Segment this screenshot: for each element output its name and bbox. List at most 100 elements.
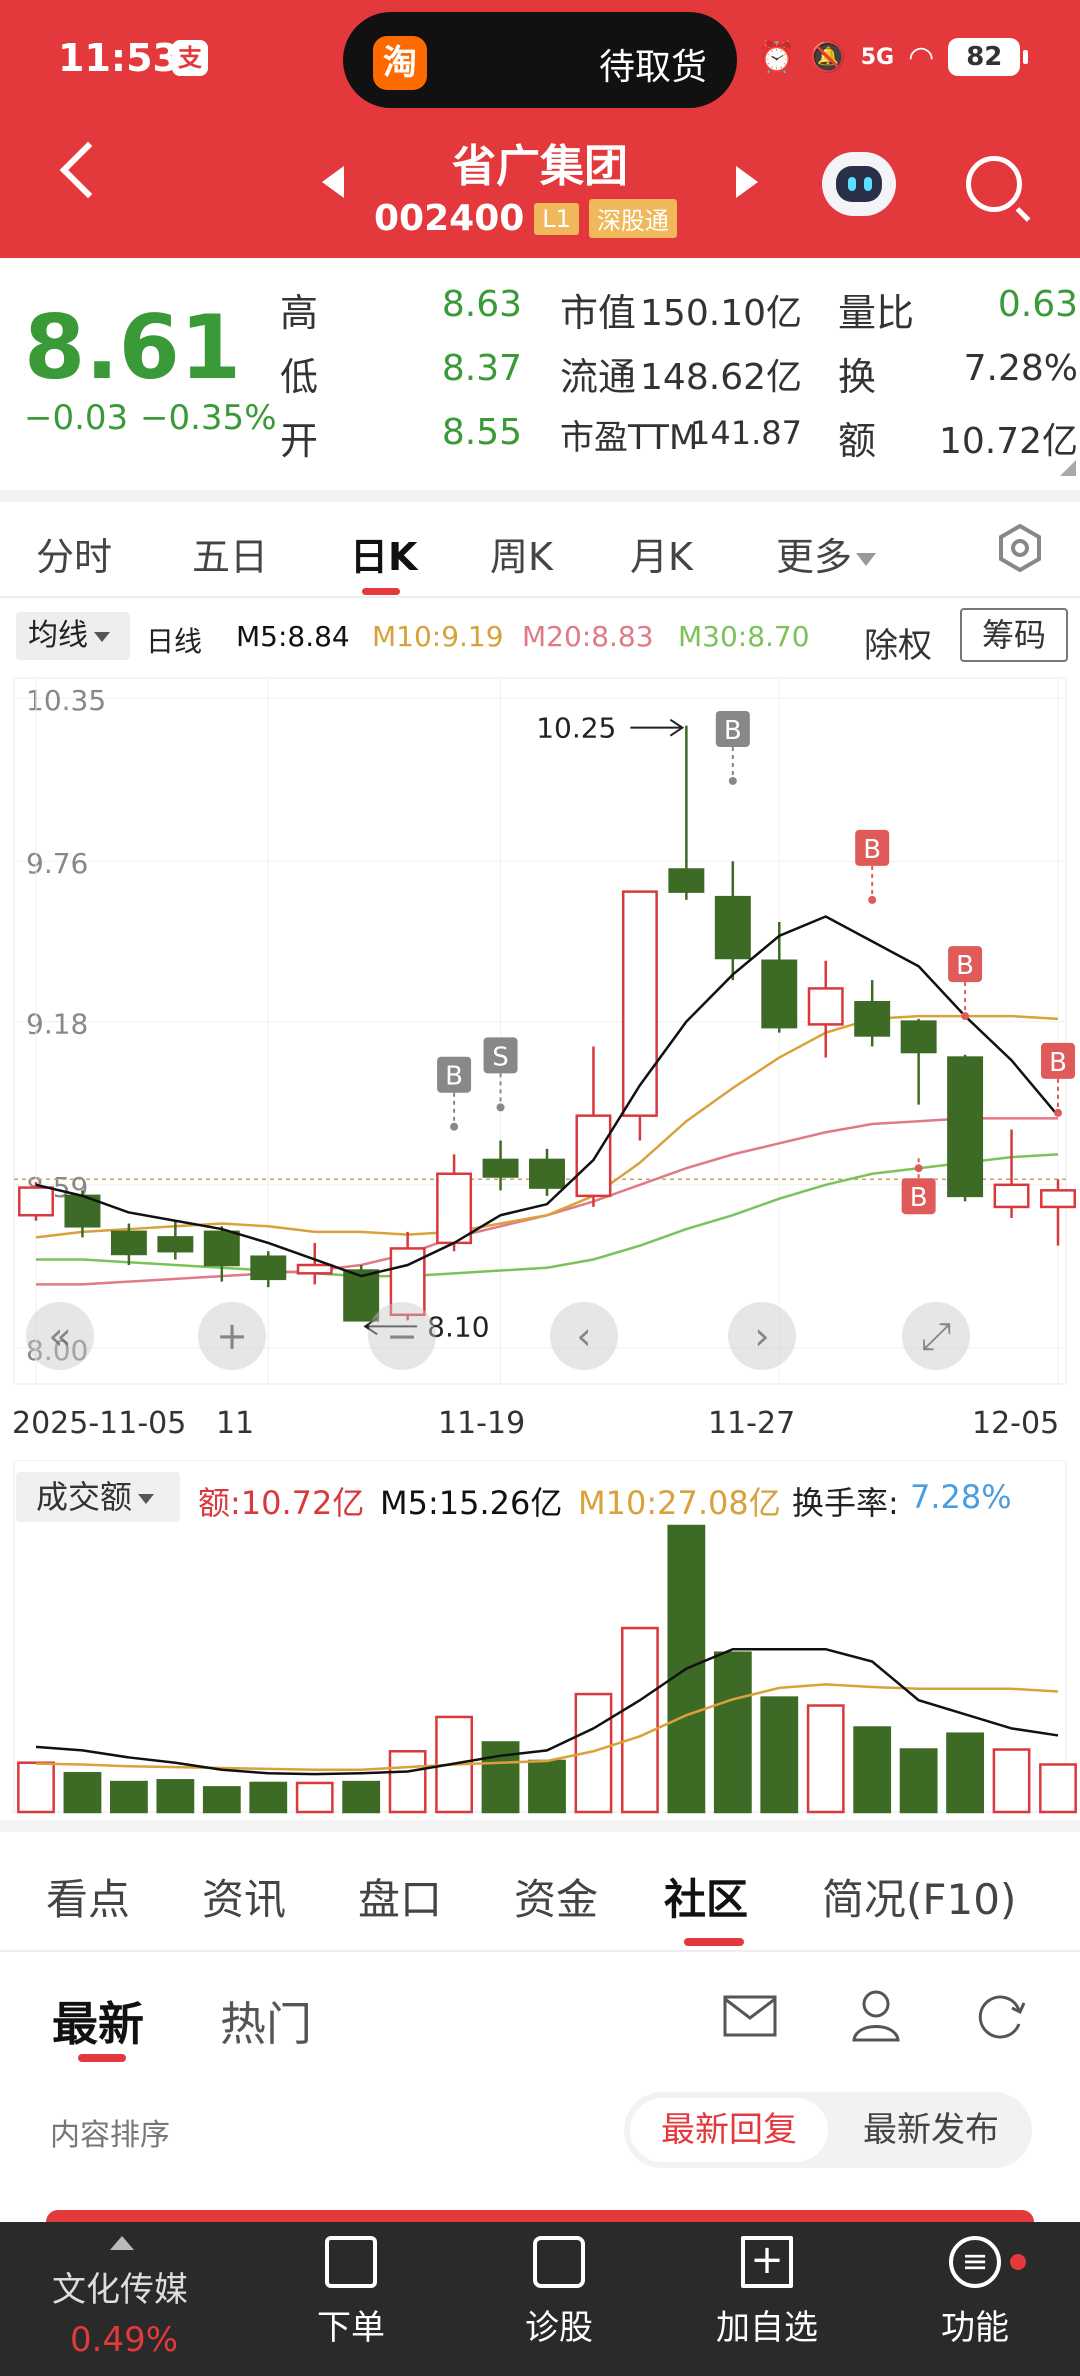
add-watchlist-button[interactable]: + 加自选 — [692, 2236, 842, 2349]
status-icons: ⏰ 🔕 5G ◠ 82 — [758, 34, 1029, 80]
kline-chart[interactable]: 10.359.769.188.598.00BSBBBBB10.258.10«+−… — [0, 668, 1080, 1402]
volume-bar[interactable] — [528, 1759, 566, 1814]
signal-label: S — [492, 1042, 509, 1072]
volume-bar[interactable] — [110, 1780, 148, 1814]
candle-body[interactable] — [575, 1114, 612, 1198]
current-price: 8.61 — [24, 296, 242, 399]
signal-dot — [1054, 1108, 1062, 1117]
low-label: 低 — [280, 355, 319, 399]
candle-body[interactable] — [621, 890, 658, 1117]
volume-bar[interactable] — [17, 1761, 55, 1814]
ma-selector[interactable]: 均线 — [16, 612, 130, 660]
chips-button[interactable]: 筹码 — [960, 608, 1068, 662]
tab-five-day[interactable]: 五日 — [192, 526, 268, 581]
volume-bar[interactable] — [481, 1741, 520, 1814]
volume-bar[interactable] — [202, 1786, 241, 1814]
volume-bar[interactable] — [1039, 1763, 1077, 1814]
tab-daily-k[interactable]: 日K — [350, 526, 417, 581]
candle-body[interactable] — [714, 895, 751, 960]
candle-body[interactable] — [761, 959, 798, 1029]
ma-selector-label: 均线 — [28, 618, 88, 653]
candle-body[interactable] — [436, 1172, 473, 1245]
candle-body[interactable] — [343, 1269, 380, 1322]
candle-body[interactable] — [296, 1263, 333, 1275]
ai-assistant-robot-icon[interactable] — [822, 152, 896, 216]
volume-bar[interactable] — [760, 1696, 799, 1814]
expand-corner-icon[interactable] — [1060, 460, 1076, 476]
chart-settings-icon[interactable] — [994, 522, 1046, 574]
volume-bar[interactable] — [899, 1748, 938, 1814]
tab-active-indicator — [362, 588, 400, 595]
user-icon[interactable] — [850, 1988, 902, 2042]
volume-bar[interactable] — [295, 1781, 334, 1814]
candle-body[interactable] — [947, 1056, 984, 1198]
volume-bar[interactable] — [806, 1704, 845, 1814]
sort-latest-reply[interactable]: 最新回复 — [630, 2098, 828, 2162]
diagnose-button[interactable]: 诊股 — [484, 2236, 634, 2349]
separator — [0, 1820, 1080, 1832]
tab-latest[interactable]: 最新 — [52, 1988, 144, 2054]
candle-body[interactable] — [900, 1020, 937, 1054]
volume-bar[interactable] — [713, 1651, 752, 1814]
tab-intraday[interactable]: 分时 — [36, 526, 112, 581]
candle-body[interactable] — [668, 868, 705, 893]
tab-highlights[interactable]: 看点 — [46, 1866, 130, 1927]
y-tick-label: 9.76 — [26, 847, 88, 880]
order-button[interactable]: 下单 — [276, 2236, 426, 2349]
tab-news[interactable]: 资讯 — [202, 1866, 286, 1927]
chart-period-tabs: 分时 五日 日K 周K 月K 更多 — [0, 502, 1080, 598]
min-price-label: 8.10 — [427, 1310, 489, 1343]
volume-bar[interactable] — [992, 1748, 1031, 1814]
tab-hot[interactable]: 热门 — [220, 1988, 312, 2054]
tab-monthly-k[interactable]: 月K — [630, 526, 693, 581]
candle-body[interactable] — [157, 1236, 194, 1253]
candle-body[interactable] — [993, 1183, 1030, 1209]
search-icon[interactable] — [966, 156, 1022, 212]
tab-community[interactable]: 社区 — [664, 1866, 748, 1927]
signal-label: B — [724, 716, 742, 746]
diagnose-label: 诊股 — [525, 2308, 593, 2348]
volume-bar[interactable] — [249, 1781, 288, 1814]
tab-order-book[interactable]: 盘口 — [358, 1866, 442, 1927]
volume-selector-label: 成交额 — [36, 1478, 133, 1516]
candle-body[interactable] — [203, 1230, 240, 1267]
candle-body[interactable] — [807, 987, 844, 1026]
date-tick-label: 12-05 — [972, 1406, 1060, 1441]
refresh-icon[interactable] — [974, 1990, 1028, 2042]
dynamic-island[interactable]: 淘 待取货 — [343, 12, 737, 108]
date-tick-label: 2025-11-05 — [12, 1406, 187, 1441]
tab-more[interactable]: 更多 — [776, 526, 877, 581]
volume-bar[interactable] — [621, 1626, 659, 1814]
ex-rights-toggle[interactable]: 除权 — [864, 618, 932, 667]
candle-body[interactable] — [250, 1255, 287, 1281]
caret-up-icon[interactable] — [110, 2236, 134, 2250]
tab-f10[interactable]: 简况(F10) — [822, 1866, 1016, 1927]
candle-body[interactable] — [529, 1158, 565, 1189]
caret-down-icon — [94, 631, 110, 642]
volume-bar[interactable] — [853, 1726, 892, 1814]
mail-icon[interactable] — [722, 1994, 778, 2038]
volume-bar[interactable] — [156, 1779, 195, 1814]
functions-button[interactable]: ≡ 功能 — [900, 2236, 1050, 2349]
tab-weekly-k[interactable]: 周K — [490, 526, 553, 581]
volume-bar[interactable] — [63, 1772, 102, 1814]
low-value: 8.37 — [441, 348, 522, 389]
alarm-icon: ⏰ — [758, 39, 796, 75]
y-tick-label: 10.35 — [26, 684, 106, 717]
candle-body[interactable] — [854, 1001, 891, 1037]
tab-capital[interactable]: 资金 — [514, 1866, 598, 1927]
order-form-icon — [325, 2236, 377, 2288]
candle-body[interactable] — [1040, 1189, 1076, 1209]
sort-row: 内容排序 最新回复 最新发布 — [0, 2080, 1080, 2176]
sort-latest-post[interactable]: 最新发布 — [836, 2098, 1026, 2162]
candle-body[interactable] — [482, 1158, 519, 1178]
volume-bar[interactable] — [342, 1780, 381, 1814]
sector-name[interactable]: 文化传媒 — [52, 2262, 188, 2311]
volume-selector[interactable]: 成交额 — [16, 1472, 180, 1522]
volume-bar[interactable] — [388, 1750, 427, 1814]
wifi-icon: ◠ — [908, 39, 935, 75]
volume-bar[interactable] — [946, 1732, 984, 1814]
candle-body[interactable] — [18, 1186, 54, 1217]
amount-value: 10.72亿 — [938, 421, 1078, 462]
candle-body[interactable] — [110, 1230, 147, 1256]
